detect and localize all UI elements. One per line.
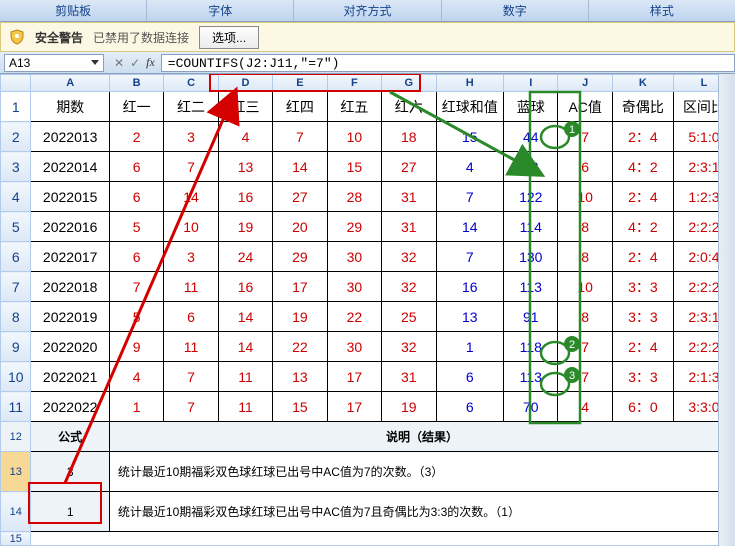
ribbon-clipboard[interactable]: 剪贴板 bbox=[0, 0, 146, 21]
accept-icon[interactable]: ✓ bbox=[130, 56, 140, 70]
table-row[interactable]: 720220187111617303216113103：32:2:2 bbox=[1, 272, 735, 302]
security-warning-bar: 安全警告 已禁用了数据连接 选项... bbox=[0, 22, 735, 52]
ribbon-number[interactable]: 数字 bbox=[442, 0, 588, 21]
name-box-value: A13 bbox=[9, 56, 30, 70]
formula-bar: A13 ✕ ✓ fx =COUNTIFS(J2:J11,"=7") bbox=[0, 52, 735, 74]
table-row[interactable]: 32022014671314152748264：22:3:1 bbox=[1, 152, 735, 182]
table-row[interactable]: 52022016510192029311411484：22:2:2 bbox=[1, 212, 735, 242]
formula-input[interactable]: =COUNTIFS(J2:J11,"=7") bbox=[161, 54, 735, 72]
name-box[interactable]: A13 bbox=[4, 54, 104, 72]
result-row: 13 3 统计最近10期福彩双色球红球已出号中AC值为7的次数。（3） bbox=[1, 452, 735, 492]
ribbon-font[interactable]: 字体 bbox=[147, 0, 293, 21]
security-title: 安全警告 bbox=[35, 29, 83, 46]
security-options-button[interactable]: 选项... bbox=[199, 26, 259, 49]
table-row[interactable]: 112022022171115171967046：03:3:0 bbox=[1, 392, 735, 422]
active-cell[interactable]: 3 bbox=[31, 452, 109, 492]
ribbon-group-labels: 剪贴板 字体 对齐方式 数字 样式 bbox=[0, 0, 735, 22]
shield-icon bbox=[9, 29, 25, 45]
table-row[interactable]: 9202202091114223032111872：42:2:2 bbox=[1, 332, 735, 362]
vertical-scrollbar[interactable] bbox=[718, 74, 735, 546]
table-row[interactable]: 820220195614192225139183：32:3:1 bbox=[1, 302, 735, 332]
section-row: 12 公式 说明（结果） bbox=[1, 422, 735, 452]
ribbon-styles[interactable]: 样式 bbox=[589, 0, 735, 21]
table-row[interactable]: 620220176324293032713082：42:0:4 bbox=[1, 242, 735, 272]
table-row[interactable]: 2202201323471018154472：45:1:0 bbox=[1, 122, 735, 152]
table-header-row: 1 期数红一红二 红三红四红五 红六红球和值蓝球 AC值奇偶比区间比 bbox=[1, 92, 735, 122]
worksheet[interactable]: ABC DEF GHI JKL 1 期数红一红二 红三红四红五 红六红球和值蓝球… bbox=[0, 74, 735, 546]
cancel-icon[interactable]: ✕ bbox=[114, 56, 124, 70]
empty-row: 15 bbox=[1, 532, 735, 546]
table-row[interactable]: 1020220214711131731611373：32:1:3 bbox=[1, 362, 735, 392]
ribbon-alignment[interactable]: 对齐方式 bbox=[294, 0, 440, 21]
chevron-down-icon[interactable] bbox=[91, 60, 99, 65]
security-message: 已禁用了数据连接 bbox=[93, 29, 189, 46]
table-row[interactable]: 42022015614162728317122102：41:2:3 bbox=[1, 182, 735, 212]
fx-icon[interactable]: fx bbox=[146, 55, 155, 70]
formula-controls: ✕ ✓ bbox=[108, 56, 146, 70]
column-headers[interactable]: ABC DEF GHI JKL bbox=[1, 75, 735, 92]
result-row: 14 1 统计最近10期福彩双色球红球已出号中AC值为7且奇偶比为3:3的次数。… bbox=[1, 492, 735, 532]
